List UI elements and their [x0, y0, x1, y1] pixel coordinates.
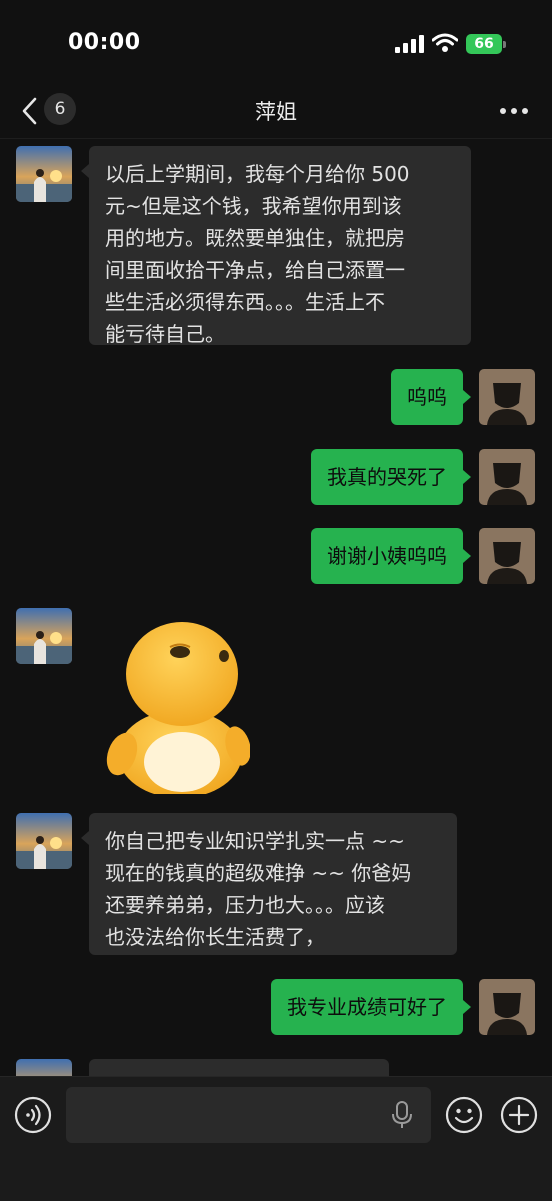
- incoming-message-bubble-partial[interactable]: [89, 1059, 389, 1076]
- my-avatar[interactable]: [479, 369, 535, 425]
- contact-avatar[interactable]: [16, 1059, 72, 1076]
- outgoing-message-bubble[interactable]: 谢谢小姨呜呜: [311, 528, 471, 584]
- emoji-icon[interactable]: [445, 1096, 483, 1134]
- contact-avatar[interactable]: [16, 146, 72, 202]
- outgoing-message-bubble[interactable]: 呜呜: [391, 369, 471, 425]
- status-bar: 00:00 66: [0, 0, 552, 88]
- my-avatar[interactable]: [479, 449, 535, 505]
- chat-header: 6 萍姐: [0, 88, 552, 139]
- contact-avatar[interactable]: [16, 813, 72, 869]
- incoming-message-bubble[interactable]: 你自己把专业知识学扎实一点 ~~ 现在的钱真的超级难挣 ~~ 你爸妈 还要养弟弟…: [81, 813, 457, 955]
- wifi-icon: [432, 33, 458, 52]
- message-line: 用的地方。既然要单独住，就把房: [105, 226, 405, 250]
- message-text: 呜呜: [407, 385, 447, 409]
- yellow-dinosaur-sticker[interactable]: [100, 614, 250, 794]
- incoming-message-bubble[interactable]: 以后上学期间，我每个月给你 500 元~但是这个钱，我希望你用到该 用的地方。既…: [81, 146, 471, 346]
- mic-icon[interactable]: [391, 1101, 413, 1129]
- more-icon[interactable]: [496, 96, 532, 126]
- status-time: 00:00: [68, 30, 141, 55]
- message-line: 还要养弟弟，压力也大。。。应该: [105, 893, 385, 917]
- chat-title: 萍姐: [255, 100, 297, 124]
- battery-cap: [503, 41, 506, 48]
- message-line: 元~但是这个钱，我希望你用到该: [105, 194, 402, 218]
- message-line: 间里面收拾干净点，给自己添置一: [105, 258, 405, 282]
- message-line: 些生活必须得东西。。。生活上不: [105, 290, 385, 314]
- my-avatar[interactable]: [479, 979, 535, 1035]
- chat-input-bar: [0, 1076, 552, 1201]
- my-avatar[interactable]: [479, 528, 535, 584]
- message-line: 现在的钱真的超级难挣 ~~ 你爸妈: [105, 861, 412, 885]
- message-text: 谢谢小姨呜呜: [327, 544, 447, 568]
- outgoing-message-bubble[interactable]: 我专业成绩可好了: [271, 979, 471, 1035]
- contact-avatar[interactable]: [16, 608, 72, 664]
- message-input[interactable]: [66, 1087, 431, 1143]
- message-text: 我真的哭死了: [327, 465, 447, 489]
- message-line: 以后上学期间，我每个月给你 500: [105, 162, 410, 186]
- voice-icon[interactable]: [14, 1096, 52, 1134]
- message-list[interactable]: 以后上学期间，我每个月给你 500 元~但是这个钱，我希望你用到该 用的地方。既…: [0, 139, 552, 1076]
- message-line: 你自己把专业知识学扎实一点 ~~: [105, 829, 405, 853]
- plus-icon[interactable]: [500, 1096, 538, 1134]
- message-line: 能亏待自己。: [105, 322, 225, 346]
- signal-icon: [395, 35, 424, 53]
- message-text: 我专业成绩可好了: [287, 995, 447, 1019]
- outgoing-message-bubble[interactable]: 我真的哭死了: [311, 449, 471, 505]
- message-line: 也没法给你长生活费了，: [105, 925, 325, 949]
- battery-indicator: 66: [466, 34, 502, 54]
